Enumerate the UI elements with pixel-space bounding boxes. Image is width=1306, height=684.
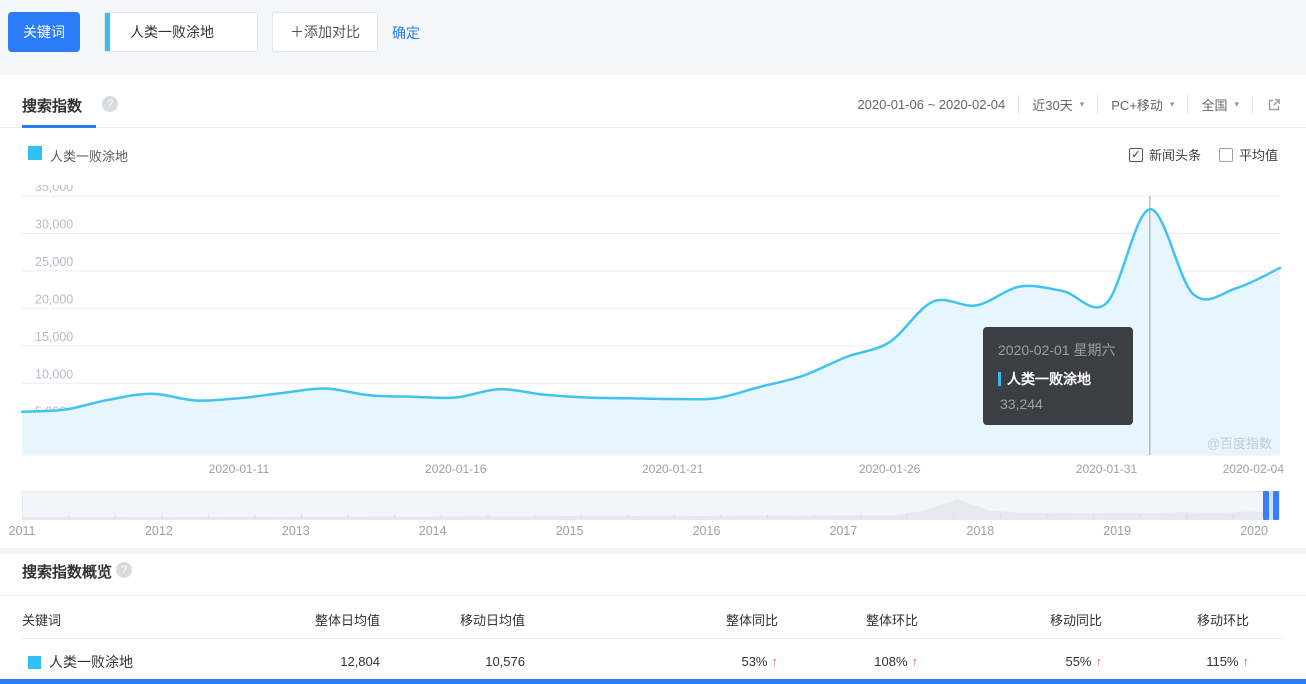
up-arrow-icon: ↑: [1095, 654, 1103, 669]
col-header-overall-yoy: 整体同比: [725, 613, 778, 628]
timeline-year-labels: 2011 2012 2013 2014 2015 2016 2017 2018 2019 2020: [0, 524, 1306, 542]
confirm-button[interactable]: 确定: [392, 23, 420, 43]
col-header-mobile-daily: 移动日均值: [459, 613, 525, 628]
slider-handle-right[interactable]: [1273, 491, 1279, 520]
series-color-swatch: [28, 655, 41, 669]
cell-overall-yoy: 53% ↑: [741, 654, 779, 669]
footer-accent-bar: [0, 679, 1306, 684]
svg-text:2020-01-16: 2020-01-16: [425, 462, 487, 476]
cell-overall-daily: 12,804: [340, 654, 380, 669]
checkbox-unchecked-icon: [1218, 147, 1233, 162]
year-label: 2011: [8, 524, 36, 538]
col-header-keyword: 关键词: [22, 613, 62, 628]
year-label: 2020: [1240, 524, 1268, 538]
checkbox-checked-icon: ✓: [1128, 147, 1143, 162]
range-dropdown[interactable]: 近30天 ▾: [1018, 95, 1097, 114]
checkbox-news-headlines[interactable]: ✓ 新闻头条: [1128, 145, 1201, 164]
col-header-mobile-yoy: 移动同比: [1049, 613, 1102, 628]
baidu-index-page: 关键词 ＋添加对比 确定 搜索指数 ? 2020-01-06 ~ 2020-02…: [0, 0, 1306, 684]
series-legend-label[interactable]: 人类一败涂地: [50, 146, 128, 165]
svg-text:30,000: 30,000: [35, 217, 73, 231]
year-label: 2012: [144, 524, 173, 538]
svg-text:35,000: 35,000: [35, 185, 73, 194]
chevron-down-icon: ▾: [1234, 99, 1239, 109]
chevron-down-icon: ▾: [1169, 99, 1175, 109]
help-icon[interactable]: ?: [102, 96, 118, 112]
overview-row-divider: [22, 638, 1284, 639]
year-label: 2019: [1103, 524, 1132, 538]
checkbox-average[interactable]: 平均值: [1218, 145, 1278, 164]
tab-active-underline: [22, 125, 96, 128]
year-label: 2018: [966, 524, 995, 538]
table-row-keyword[interactable]: 人类一败涂地: [28, 652, 133, 672]
year-label: 2015: [555, 524, 584, 538]
tab-row-divider: [0, 127, 1306, 128]
keyword-type-button[interactable]: 关键词: [8, 12, 80, 52]
svg-text:2020-01-11: 2020-01-11: [209, 462, 270, 476]
region-dropdown[interactable]: 全国 ▾: [1187, 95, 1252, 114]
overview-divider: [0, 595, 1306, 596]
baidu-index-watermark: @百度指数: [1206, 436, 1272, 451]
svg-text:20,000: 20,000: [35, 292, 73, 306]
svg-text:2020-01-26: 2020-01-26: [859, 462, 921, 476]
svg-text:2020-01-21: 2020-01-21: [642, 462, 704, 476]
cell-overall-mom: 108% ↑: [874, 654, 919, 669]
year-label: 2016: [692, 524, 721, 538]
svg-text:10,000: 10,000: [35, 367, 73, 381]
cell-mobile-daily: 10,576: [485, 654, 525, 669]
col-header-overall-daily: 整体日均值: [314, 613, 380, 628]
overlay-checkboxes: ✓ 新闻头条 平均值: [1128, 145, 1278, 164]
up-arrow-icon: ↑: [1242, 654, 1250, 669]
svg-text:2020-01-31: 2020-01-31: [1076, 462, 1138, 476]
tab-search-index[interactable]: 搜索指数: [22, 95, 82, 116]
tooltip-date: 2020-02-01 星期六: [998, 342, 1116, 358]
tooltip-value: 33,244: [1000, 396, 1043, 412]
date-range-label: 2020-01-06 ~ 2020-02-04: [857, 97, 1006, 112]
tooltip-series-name: 人类一败涂地: [998, 369, 1133, 389]
platform-dropdown[interactable]: PC+移动 ▾: [1097, 95, 1187, 114]
external-link-icon[interactable]: [1252, 96, 1282, 113]
svg-text:2020-02-04: 2020-02-04: [1223, 462, 1285, 476]
keyword-input-box[interactable]: [104, 12, 274, 52]
svg-text:15,000: 15,000: [35, 330, 73, 344]
chart-tooltip: 2020-02-01 星期六 人类一败涂地 33,244: [983, 327, 1133, 425]
svg-text:25,000: 25,000: [35, 255, 73, 269]
chevron-down-icon: ▾: [1079, 99, 1085, 109]
tooltip-series-marker: [998, 372, 1001, 386]
year-label: 2013: [281, 524, 310, 538]
up-arrow-icon: ↑: [771, 654, 779, 669]
col-header-mobile-mom: 移动环比: [1196, 613, 1249, 628]
year-label: 2017: [829, 524, 858, 538]
cell-mobile-yoy: 55% ↑: [1065, 654, 1103, 669]
cell-mobile-mom: 115% ↑: [1206, 654, 1250, 669]
series-legend-swatch: [28, 146, 42, 160]
chart-controls: 2020-01-06 ~ 2020-02-04 近30天 ▾ PC+移动 ▾ 全国 ▾: [844, 95, 1282, 114]
add-compare-button[interactable]: ＋添加对比: [272, 12, 378, 52]
keyword-input[interactable]: [110, 13, 274, 51]
overview-title: 搜索指数概览: [22, 564, 113, 581]
timeline-slider[interactable]: [22, 491, 1280, 520]
help-icon[interactable]: ?: [116, 562, 132, 578]
up-arrow-icon: ↑: [911, 654, 919, 669]
col-header-overall-mom: 整体环比: [865, 613, 918, 628]
year-label: 2014: [418, 524, 447, 538]
